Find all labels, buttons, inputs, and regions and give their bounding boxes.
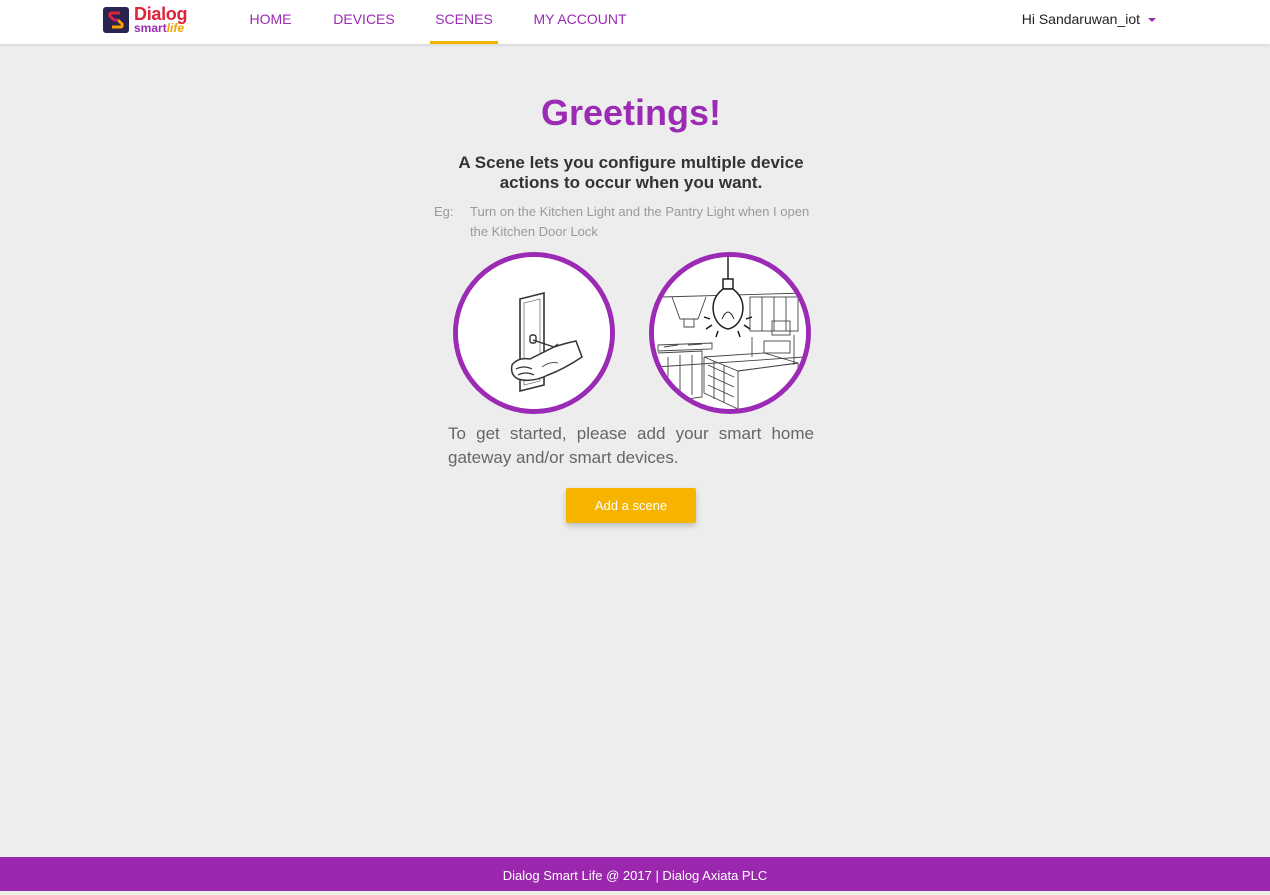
page-title: Greetings! — [540, 92, 722, 133]
kitchen-light-illustration — [649, 252, 811, 414]
example-label: Eg: — [434, 204, 454, 219]
getting-started-text: To get started, please add your smart ho… — [448, 424, 814, 467]
add-scene-button[interactable]: Add a scene — [566, 488, 696, 523]
logo-smart-word: smart — [134, 21, 167, 35]
dialog-smartlife-logo[interactable]: Dialog smartlife — [102, 5, 194, 37]
logo-smartlife-text: smartlife — [134, 22, 184, 35]
logo-mark-icon — [103, 7, 129, 33]
top-navbar: Dialog smartlife HOME DEVICES SCENES MY … — [0, 0, 1270, 44]
logo-life-word: life — [166, 21, 185, 35]
nav-home[interactable]: HOME — [243, 0, 298, 41]
kitchen-bulb-icon — [654, 257, 806, 409]
user-menu[interactable]: Hi Sandaruwan_iot — [1022, 0, 1156, 38]
example-text: Turn on the Kitchen Light and the Pantry… — [470, 204, 810, 239]
footer-text: Dialog Smart Life @ 2017 | Dialog Axiata… — [502, 868, 768, 883]
door-lock-illustration — [453, 252, 615, 414]
door-hand-icon — [458, 257, 610, 409]
footer: Dialog Smart Life @ 2017 | Dialog Axiata… — [0, 857, 1270, 891]
caret-down-icon — [1148, 18, 1156, 23]
nav-devices[interactable]: DEVICES — [329, 0, 399, 41]
scene-description: A Scene lets you configure multiple devi… — [458, 153, 804, 192]
nav-scenes[interactable]: SCENES — [430, 0, 498, 44]
nav-my-account[interactable]: MY ACCOUNT — [530, 0, 630, 41]
user-greeting: Hi Sandaruwan_iot — [1021, 11, 1140, 27]
